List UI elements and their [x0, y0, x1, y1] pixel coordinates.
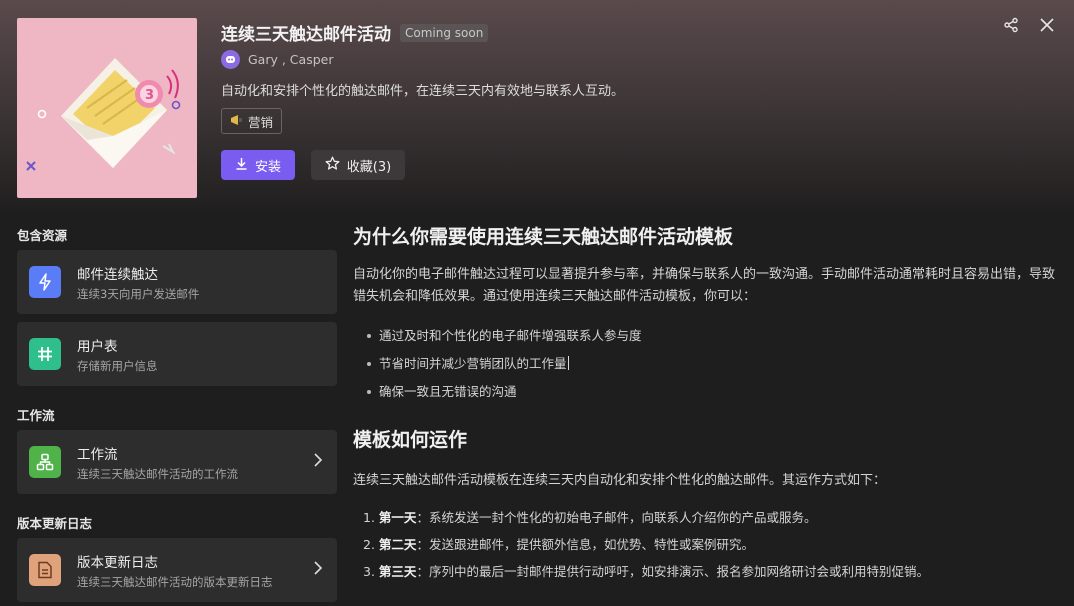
download-icon: [235, 157, 248, 174]
step-day: 第三天: [378, 564, 417, 579]
list-item: 1. 第一天：系统发送一封个性化的初始电子邮件，向联系人介绍你的产品或服务。: [353, 504, 1058, 531]
bolt-icon: [29, 266, 61, 298]
workflow-section-title: 工作流: [17, 408, 55, 423]
title-row: 连续三天触达邮件活动 Coming soon: [221, 20, 489, 45]
cover-badge-number: 3: [145, 88, 154, 103]
top-actions: [1000, 14, 1058, 36]
authors: Gary , Casper: [221, 50, 333, 69]
changelog-section-title: 版本更新日志: [17, 516, 93, 531]
resource-title: 用户表: [77, 338, 118, 355]
template-details: 为什么你需要使用连续三天触达邮件活动模板 自动化你的电子邮件触达过程可以显著提升…: [353, 222, 1058, 585]
workflow-card[interactable]: 工作流 连续三天触达邮件活动的工作流: [17, 430, 337, 494]
template-description: 自动化和安排个性化的触达邮件，在连续三天内有效地与联系人互动。: [221, 84, 625, 99]
list-item: 3. 第三天：序列中的最后一封邮件提供行动呼吁，如安排演示、报名参加网络研讨会或…: [353, 558, 1058, 585]
workflow-title: 工作流: [77, 446, 118, 463]
step-number: 2.: [363, 537, 375, 552]
avatar: [221, 50, 240, 69]
list-item: 节省时间并减少营销团队的工作量: [353, 350, 1058, 378]
template-title: 连续三天触达邮件活动: [221, 25, 391, 45]
authors-names: Gary , Casper: [248, 52, 334, 67]
star-icon: [325, 156, 340, 175]
resource-subtitle: 连续3天向用户发送邮件: [77, 286, 200, 301]
step-day: 第二天: [378, 537, 417, 552]
benefit-text: 通过及时和个性化的电子邮件增强联系人参与度: [379, 328, 642, 343]
step-text: ：发送跟进邮件，提供额外信息，如优势、特性或案例研究。: [416, 537, 754, 552]
envelope-illustration: 3: [26, 58, 181, 171]
workflow-subtitle: 连续三天触达邮件活动的工作流: [77, 466, 238, 481]
resources-section-title: 包含资源: [17, 228, 68, 243]
resource-title: 邮件连续触达: [77, 266, 158, 283]
text-cursor: [567, 356, 569, 370]
step-day: 第一天: [378, 510, 417, 525]
chevron-right-icon: [313, 452, 323, 472]
step-text: ：序列中的最后一封邮件提供行动呼吁，如安排演示、报名参加网络研讨会或利用特别促销…: [416, 564, 929, 579]
favorite-button-label: 收藏(3): [346, 159, 392, 175]
list-item: 通过及时和个性化的电子邮件增强联系人参与度: [353, 322, 1058, 350]
list-item: 确保一致且无错误的沟通: [353, 378, 1058, 406]
benefit-text: 节省时间并减少营销团队的工作量: [379, 356, 567, 371]
resource-subtitle: 存储新用户信息: [77, 358, 158, 373]
list-item: 2. 第二天：发送跟进邮件，提供额外信息，如优势、特性或案例研究。: [353, 531, 1058, 558]
share-icon[interactable]: [1000, 14, 1022, 36]
why-paragraph: 自动化你的电子邮件触达过程可以显著提升参与率，并确保与联系人的一致沟通。手动邮件…: [353, 267, 1056, 304]
install-button[interactable]: 安装: [221, 150, 295, 180]
benefit-text: 确保一致且无错误的沟通: [379, 384, 517, 399]
coming-soon-badge: Coming soon: [400, 23, 489, 42]
benefits-list: 通过及时和个性化的电子邮件增强联系人参与度 节省时间并减少营销团队的工作量 确保…: [353, 322, 1058, 406]
how-paragraph: 连续三天触达邮件活动模板在连续三天内自动化和安排个性化的触达邮件。其运作方式如下…: [353, 473, 887, 488]
close-icon[interactable]: [1036, 14, 1058, 36]
how-heading: 模板如何运作: [353, 429, 468, 451]
hash-icon: [29, 338, 61, 370]
megaphone-icon: [230, 114, 244, 129]
changelog-title: 版本更新日志: [77, 554, 158, 571]
steps-list: 1. 第一天：系统发送一封个性化的初始电子邮件，向联系人介绍你的产品或服务。 2…: [353, 504, 1058, 585]
install-button-label: 安装: [254, 159, 281, 175]
resource-card-email-sequence[interactable]: 邮件连续触达 连续3天向用户发送邮件: [17, 250, 337, 314]
workflow-icon: [29, 446, 61, 478]
category-tag-label: 营销: [248, 114, 274, 130]
template-cover-image: 3: [17, 18, 197, 198]
step-number: 3.: [363, 564, 375, 579]
resource-card-user-table[interactable]: 用户表 存储新用户信息: [17, 322, 337, 386]
step-text: ：系统发送一封个性化的初始电子邮件，向联系人介绍你的产品或服务。: [416, 510, 817, 525]
changelog-subtitle: 连续三天触达邮件活动的版本更新日志: [77, 574, 273, 589]
favorite-button[interactable]: 收藏(3): [311, 150, 405, 180]
changelog-card[interactable]: 版本更新日志 连续三天触达邮件活动的版本更新日志: [17, 538, 337, 602]
chevron-right-icon: [313, 560, 323, 580]
step-number: 1.: [363, 510, 375, 525]
category-tag[interactable]: 营销: [221, 108, 283, 134]
document-icon: [29, 554, 61, 586]
why-heading: 为什么你需要使用连续三天触达邮件活动模板: [353, 226, 734, 248]
